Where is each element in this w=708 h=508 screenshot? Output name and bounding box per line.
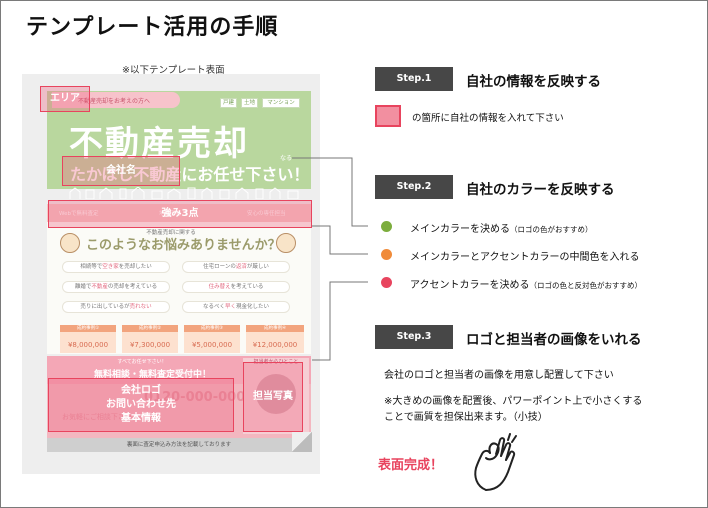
- step-1-title: 自社の情報を反映する: [466, 74, 601, 90]
- worry-pill: 住宅ローンの返済が厳しい: [182, 261, 290, 273]
- price-card: 成約事例② ¥7,300,000: [122, 325, 178, 353]
- preview-nav-item: 土地: [241, 98, 258, 108]
- step-1-badge: Step.1: [375, 67, 453, 91]
- middle-color-text: メインカラーとアクセントカラーの中間色を入れる: [410, 252, 640, 263]
- legend-text: の箇所に自社の情報を入れて下さい: [412, 113, 564, 124]
- marker-staff-photo: 担当写真: [243, 362, 303, 432]
- worried-person-icon: [60, 233, 80, 253]
- accent-color-text: アクセントカラーを決める（ロゴの色と反対色がおすすめ）: [410, 280, 642, 291]
- accent-color-dot: [381, 277, 392, 288]
- middle-color-dot: [381, 249, 392, 260]
- marker-strengths: 強み3点: [48, 200, 312, 228]
- price-card: 成約事例① ¥8,000,000: [60, 325, 116, 353]
- worry-pill: 相続等で空き家を売却したい: [62, 261, 170, 273]
- page-title: テンプレート活用の手順: [26, 15, 279, 40]
- worry-pill: なるべく早く現金化したい: [182, 301, 290, 313]
- worry-pill: 離婚で不動産の売却を考えている: [62, 281, 170, 293]
- price-card: 成約事例③ ¥5,000,000: [184, 325, 240, 353]
- worried-person-icon: [276, 233, 296, 253]
- step-3-badge: Step.3: [375, 325, 453, 349]
- pink-legend-swatch: [375, 105, 401, 127]
- preview-nav-item: 戸建: [220, 98, 237, 108]
- marker-contact-line: お問い合わせ先: [106, 399, 176, 410]
- preview-question: このようなお悩みありませんか？: [86, 238, 281, 253]
- page-curl-decoration: [292, 432, 312, 452]
- marker-contact-line: 基本情報: [121, 413, 161, 424]
- completion-text: 表面完成！: [378, 458, 444, 473]
- preview-suffix: なる: [280, 155, 293, 162]
- worry-pill: 売りに出しているが売れない: [62, 301, 170, 313]
- city-illustration: [69, 187, 299, 199]
- preview-footer: 裏面に査定申込み方法を記載しております: [47, 438, 311, 452]
- ok-hand-icon: [474, 433, 517, 491]
- marker-area: エリア: [40, 86, 90, 112]
- step-2-badge: Step.2: [375, 175, 453, 199]
- step-3-text: 会社のロゴと担当者の画像を用意し配置して下さい: [384, 370, 614, 381]
- step-3-note-line: ことで画質を担保出来ます。（小技）: [384, 412, 548, 423]
- price-card: 成約事例④ ¥12,000,000: [246, 325, 304, 353]
- step-3-title: ロゴと担当者の画像をいれる: [466, 332, 642, 348]
- worry-pill: 住み替えを考えている: [182, 281, 290, 293]
- step-2-title: 自社のカラーを反映する: [466, 182, 615, 198]
- marker-contact-info: 会社ロゴ お問い合わせ先 基本情報: [48, 378, 234, 432]
- preview-strip-small: すべてお任せ下さい！: [117, 359, 167, 365]
- marker-contact-line: 会社ロゴ: [121, 385, 161, 396]
- marker-company-name: 会社名: [62, 156, 180, 186]
- step-3-note-line: ※大きめの画像を配置後、パワーポイント上で小さくする: [384, 396, 643, 407]
- main-color-text: メインカラーを決める（ロゴの色がおすすめ）: [410, 224, 593, 235]
- preview-nav-item: マンション: [262, 98, 300, 108]
- main-color-dot: [381, 221, 392, 232]
